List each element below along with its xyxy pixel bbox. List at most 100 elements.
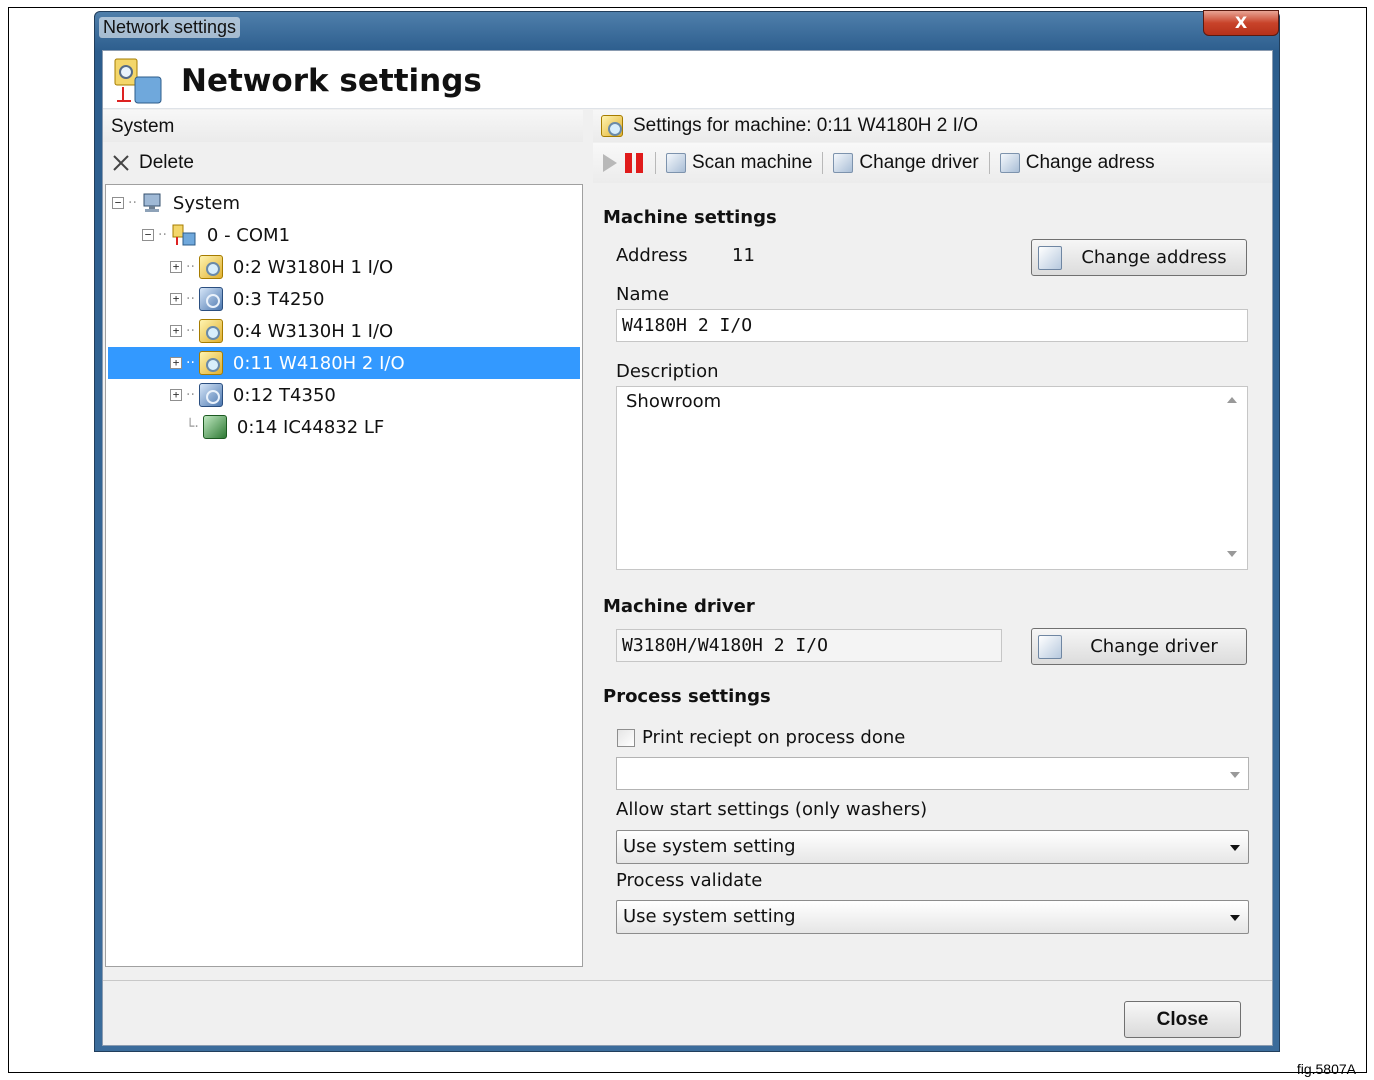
- process-settings-title: Process settings: [603, 686, 771, 707]
- change-driver-label: Change driver: [1090, 636, 1218, 657]
- name-field[interactable]: W4180H 2 I/O: [616, 309, 1248, 342]
- toolbar-change-driver-label: Change driver: [859, 152, 979, 173]
- print-receipt-label[interactable]: Print reciept on process done: [642, 727, 905, 748]
- toolbar-separator: [655, 152, 656, 174]
- tree-label-port: 0 - COM1: [206, 224, 291, 246]
- delete-button[interactable]: Delete: [111, 149, 194, 177]
- tree-connector: ··: [128, 195, 137, 211]
- scroll-down-icon[interactable]: [1227, 551, 1237, 557]
- machine-settings-title: Machine settings: [603, 207, 777, 228]
- collapse-icon[interactable]: −: [142, 229, 154, 241]
- tree-label: 0:4 W3130H 1 I/O: [232, 320, 394, 342]
- system-panel-header: System: [103, 110, 583, 142]
- tree-connector: ··: [186, 259, 195, 275]
- tree-item-port[interactable]: − ·· 0 - COM1: [142, 221, 290, 249]
- driver-icon: [833, 153, 854, 173]
- tree-item-machine-selected[interactable]: + ·· 0:11 W4180H 2 I/O: [108, 347, 580, 379]
- tree-label: 0:11 W4180H 2 I/O: [232, 352, 405, 374]
- toolbar-change-address-label: Change adress: [1025, 152, 1155, 173]
- address-icon: [1038, 245, 1062, 270]
- expand-icon[interactable]: +: [170, 389, 182, 401]
- chevron-down-icon: [1230, 915, 1240, 921]
- title-bar[interactable]: Network settings X: [95, 10, 1279, 50]
- computer-icon: [143, 193, 161, 212]
- allow-start-value: Use system setting: [623, 836, 796, 857]
- tree-connector: ··: [186, 323, 195, 339]
- scan-machine-button[interactable]: Scan machine: [666, 152, 812, 174]
- print-receipt-checkbox[interactable]: [617, 729, 635, 747]
- name-label: Name: [616, 284, 670, 305]
- machine-settings-header-label: Settings for machine: 0:11 W4180H 2 I/O: [633, 115, 978, 136]
- printer-select[interactable]: [616, 757, 1249, 790]
- scan-icon: [666, 153, 686, 173]
- washer-icon: [198, 351, 223, 375]
- dialog-footer: Close: [103, 980, 1272, 1045]
- tree-connector: ··: [158, 227, 167, 243]
- chevron-down-icon: [1230, 772, 1240, 778]
- scan-machine-label: Scan machine: [692, 152, 813, 173]
- expand-icon[interactable]: +: [170, 293, 182, 305]
- tree-connector: └·: [186, 419, 199, 435]
- system-tree[interactable]: − ·· System − ·· 0 - COM1 + ·· 0:2 W3180…: [105, 184, 583, 967]
- process-validate-select[interactable]: Use system setting: [616, 900, 1249, 934]
- address-icon: [999, 153, 1020, 173]
- washer-icon: [601, 115, 623, 137]
- tree-connector: ··: [186, 387, 195, 403]
- tree-item-system[interactable]: − ·· System: [112, 189, 240, 217]
- collapse-icon[interactable]: −: [112, 197, 124, 209]
- tree-item-machine[interactable]: + ·· 0:4 W3130H 1 I/O: [170, 317, 393, 345]
- allow-start-label: Allow start settings (only washers): [616, 799, 928, 820]
- expand-icon[interactable]: +: [170, 325, 182, 337]
- address-value: 11: [732, 245, 755, 266]
- tree-label: 0:3 T4250: [232, 288, 325, 310]
- process-validate-label: Process validate: [616, 870, 763, 891]
- change-address-button[interactable]: Change address: [1031, 239, 1247, 276]
- expand-icon[interactable]: +: [170, 357, 182, 369]
- washer-icon: [198, 319, 223, 343]
- close-icon: [113, 155, 129, 171]
- driver-field: W3180H/W4180H 2 I/O: [616, 629, 1002, 662]
- network-settings-window: Network settings X Network settings Syst…: [94, 10, 1280, 1052]
- chevron-down-icon: [1230, 845, 1240, 851]
- expand-icon[interactable]: +: [170, 261, 182, 273]
- tree-label: 0:14 IC44832 LF: [236, 416, 385, 438]
- pause-icon[interactable]: [625, 153, 645, 173]
- toolbar-change-driver-button[interactable]: Change driver: [833, 152, 979, 174]
- allow-start-select[interactable]: Use system setting: [616, 830, 1249, 864]
- washer-icon: [198, 255, 223, 279]
- description-text: Showroom: [626, 391, 722, 412]
- process-validate-value: Use system setting: [623, 906, 796, 927]
- system-toolbar: Delete: [103, 143, 583, 183]
- tree-label: 0:12 T4350: [232, 384, 336, 406]
- change-driver-button[interactable]: Change driver: [1031, 628, 1247, 665]
- ironer-icon: [202, 415, 227, 439]
- dialog-header: Network settings: [103, 51, 1272, 109]
- tree-item-machine[interactable]: └· 0:14 IC44832 LF: [186, 413, 384, 441]
- delete-label: Delete: [139, 152, 194, 173]
- tree-item-machine[interactable]: + ·· 0:3 T4250: [170, 285, 324, 313]
- dialog-client-area: Network settings System Delete − ·· Syst…: [102, 50, 1273, 1046]
- com-port-icon: [172, 224, 196, 246]
- description-label: Description: [616, 361, 719, 382]
- toolbar-separator: [822, 152, 824, 174]
- dryer-icon: [198, 383, 223, 407]
- window-close-button[interactable]: X: [1203, 10, 1279, 36]
- play-icon[interactable]: [603, 154, 617, 172]
- toolbar-separator: [988, 152, 990, 174]
- dryer-icon: [198, 287, 223, 311]
- tree-connector: ··: [186, 291, 195, 307]
- toolbar-change-address-button[interactable]: Change adress: [999, 152, 1155, 174]
- machine-driver-title: Machine driver: [603, 596, 755, 617]
- driver-icon: [1038, 634, 1062, 659]
- figure-label: fig.5807A: [1296, 1061, 1356, 1077]
- close-button[interactable]: Close: [1124, 1001, 1241, 1038]
- network-settings-icon: [114, 58, 162, 104]
- description-field[interactable]: Showroom: [616, 386, 1248, 570]
- tree-item-machine[interactable]: + ·· 0:12 T4350: [170, 381, 336, 409]
- page-title: Network settings: [181, 63, 482, 99]
- scroll-up-icon[interactable]: [1227, 397, 1237, 403]
- tree-label-system: System: [172, 192, 241, 214]
- change-address-label: Change address: [1081, 247, 1227, 268]
- address-label: Address: [616, 245, 688, 266]
- tree-item-machine[interactable]: + ·· 0:2 W3180H 1 I/O: [170, 253, 393, 281]
